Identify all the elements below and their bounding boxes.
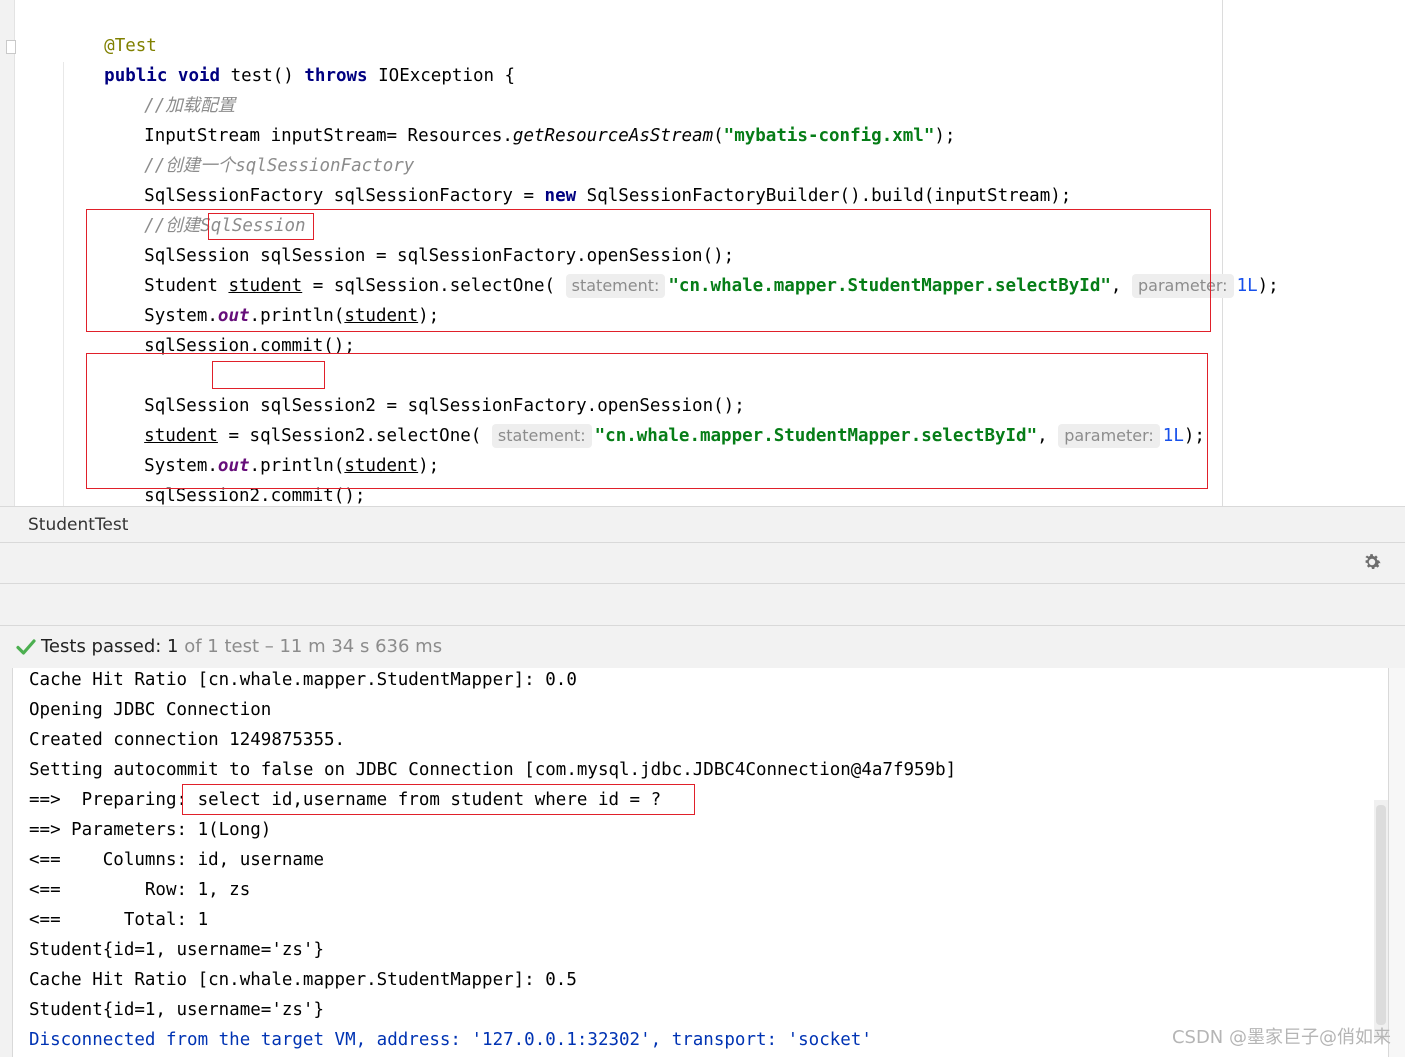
console-line: Cache Hit Ratio [cn.whale.mapper.Student… bbox=[29, 670, 577, 690]
console-output[interactable]: Cache Hit Ratio [cn.whale.mapper.Student… bbox=[12, 668, 1389, 1057]
console-line: <== Columns: id, username bbox=[29, 850, 325, 870]
watermark: CSDN @墨家巨子@俏如来 bbox=[1171, 1027, 1391, 1048]
console-line: Created connection 1249875355. bbox=[29, 730, 346, 750]
run-panel-title[interactable]: StudentTest bbox=[28, 507, 128, 544]
console-line-disconnected: Disconnected from the target VM, address… bbox=[29, 1030, 872, 1050]
console-line: <== Row: 1, zs bbox=[29, 880, 251, 900]
test-toolbar bbox=[0, 584, 1405, 626]
highlight-box-sql bbox=[182, 784, 695, 815]
console-line: Student{id=1, username='zs'} bbox=[29, 1000, 325, 1020]
code-line-session-factory: SqlSessionFactory sqlSessionFactory = ne… bbox=[144, 186, 1072, 206]
code-editor[interactable]: @Test public void test() throws IOExcept… bbox=[0, 0, 1405, 506]
editor-gutter bbox=[0, 0, 16, 506]
test-status-bar: Tests passed: 1 of 1 test – 11 m 34 s 63… bbox=[0, 626, 1405, 668]
console-line: ==> Parameters: 1(Long) bbox=[29, 820, 272, 840]
console-left-strip bbox=[0, 668, 12, 1057]
code-line-input-stream: InputStream inputStream= Resources.getRe… bbox=[144, 126, 956, 146]
run-toolbar bbox=[0, 543, 1405, 584]
test-status-text: Tests passed: 1 of 1 test – 11 m 34 s 63… bbox=[41, 636, 443, 657]
fold-icon[interactable] bbox=[6, 40, 16, 54]
code-line-annotation: @Test bbox=[104, 36, 157, 56]
highlight-box-sqlsession2-var bbox=[212, 361, 325, 389]
code-comment-create-session: //创建SqlSession bbox=[144, 216, 306, 236]
run-panel-header: StudentTest bbox=[0, 506, 1405, 543]
console-scrollbar-thumb[interactable] bbox=[1376, 805, 1386, 1025]
console-line: Opening JDBC Connection bbox=[29, 700, 272, 720]
console-line: Student{id=1, username='zs'} bbox=[29, 940, 325, 960]
indent-guide bbox=[63, 62, 64, 506]
highlight-box-sqlsession-var bbox=[208, 213, 314, 240]
right-tool-strip bbox=[1389, 668, 1405, 1057]
code-line-method-signature: public void test() throws IOException { bbox=[104, 66, 516, 86]
gear-icon[interactable] bbox=[1361, 551, 1383, 573]
console-line: Cache Hit Ratio [cn.whale.mapper.Student… bbox=[29, 970, 577, 990]
console-line: Setting autocommit to false on JDBC Conn… bbox=[29, 760, 957, 780]
code-comment-load-config: //加载配置 bbox=[144, 96, 236, 116]
console-line: <== Total: 1 bbox=[29, 910, 209, 930]
check-icon bbox=[16, 639, 36, 655]
code-comment-create-factory: //创建一个sqlSessionFactory bbox=[144, 156, 415, 176]
